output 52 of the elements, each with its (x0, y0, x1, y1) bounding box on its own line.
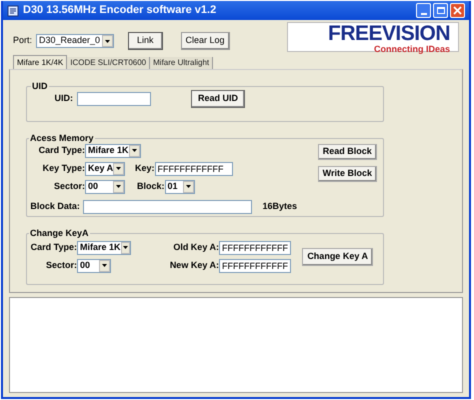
uid-field[interactable] (77, 92, 151, 106)
old-key-field[interactable]: FFFFFFFFFFFF (219, 240, 291, 254)
block-dropdown[interactable]: 01 (164, 180, 195, 194)
block-label: Block: (137, 180, 165, 193)
caret-icon (116, 185, 121, 188)
card-type-dropdown[interactable]: Mifare 1K (77, 240, 131, 254)
caret-icon (122, 246, 128, 249)
card-type-label: Card Type: (30, 240, 77, 254)
change-key-button[interactable]: Change Key A (302, 248, 373, 266)
port-label: Port: (13, 34, 32, 48)
minimize-button[interactable] (416, 3, 431, 18)
close-button[interactable] (450, 3, 465, 18)
group-title: UID (31, 80, 48, 93)
key-field[interactable]: FFFFFFFFFFFF (154, 162, 233, 176)
maximize-button[interactable] (433, 3, 448, 18)
card-type-dropdown[interactable]: Mifare 1K (85, 144, 141, 158)
app-icon (7, 4, 19, 16)
group-title: Change KeyA (29, 227, 90, 240)
sector-label: Sector: (44, 258, 77, 272)
card-type-label: Card Type: (38, 144, 85, 157)
uid-label: UID: (54, 92, 73, 105)
new-key-field[interactable]: FFFFFFFFFFFF (219, 258, 291, 272)
logo-text: FREEVISION (328, 23, 450, 44)
logo-tagline: Connecting IDeas (374, 44, 450, 54)
key-type-dropdown[interactable]: Key A (85, 162, 125, 176)
block-data-field[interactable] (82, 200, 252, 214)
old-key-label: Old Key A: (172, 240, 219, 254)
group-title: Acess Memory (29, 132, 95, 145)
sector-label: Sector: (52, 180, 85, 193)
caret-icon (105, 40, 110, 42)
key-type-label: Key Type: (42, 162, 85, 175)
read-block-button[interactable]: Read Block (318, 144, 377, 160)
clear-log-button[interactable]: Clear Log (180, 32, 230, 50)
caret-icon (132, 149, 137, 152)
link-button[interactable]: Link (128, 32, 163, 50)
read-uid-button[interactable]: Read UID (191, 90, 246, 108)
key-label: Key: (135, 162, 155, 175)
caret-icon (116, 167, 122, 170)
window-title: D30 13.56MHz Encoder software v1.2 (23, 3, 218, 18)
tab[interactable]: ICODE SLI/CRT0600 (67, 57, 150, 69)
sector-dropdown[interactable]: 00 (77, 258, 111, 272)
new-key-label: New Key A: (168, 258, 219, 272)
port-dropdown[interactable]: D30_Reader_0 (36, 34, 114, 48)
tab[interactable]: Mifare 1K/4K (13, 55, 68, 69)
block-data-label: Block Data: (29, 200, 80, 213)
bytes-note: 16Bytes (262, 200, 297, 213)
caret-icon (102, 264, 107, 267)
write-block-button[interactable]: Write Block (318, 166, 377, 182)
sector-dropdown[interactable]: 00 (85, 180, 125, 194)
caret-icon (186, 185, 191, 188)
log-area[interactable] (9, 297, 463, 393)
tab[interactable]: Mifare Ultralight (150, 57, 214, 69)
